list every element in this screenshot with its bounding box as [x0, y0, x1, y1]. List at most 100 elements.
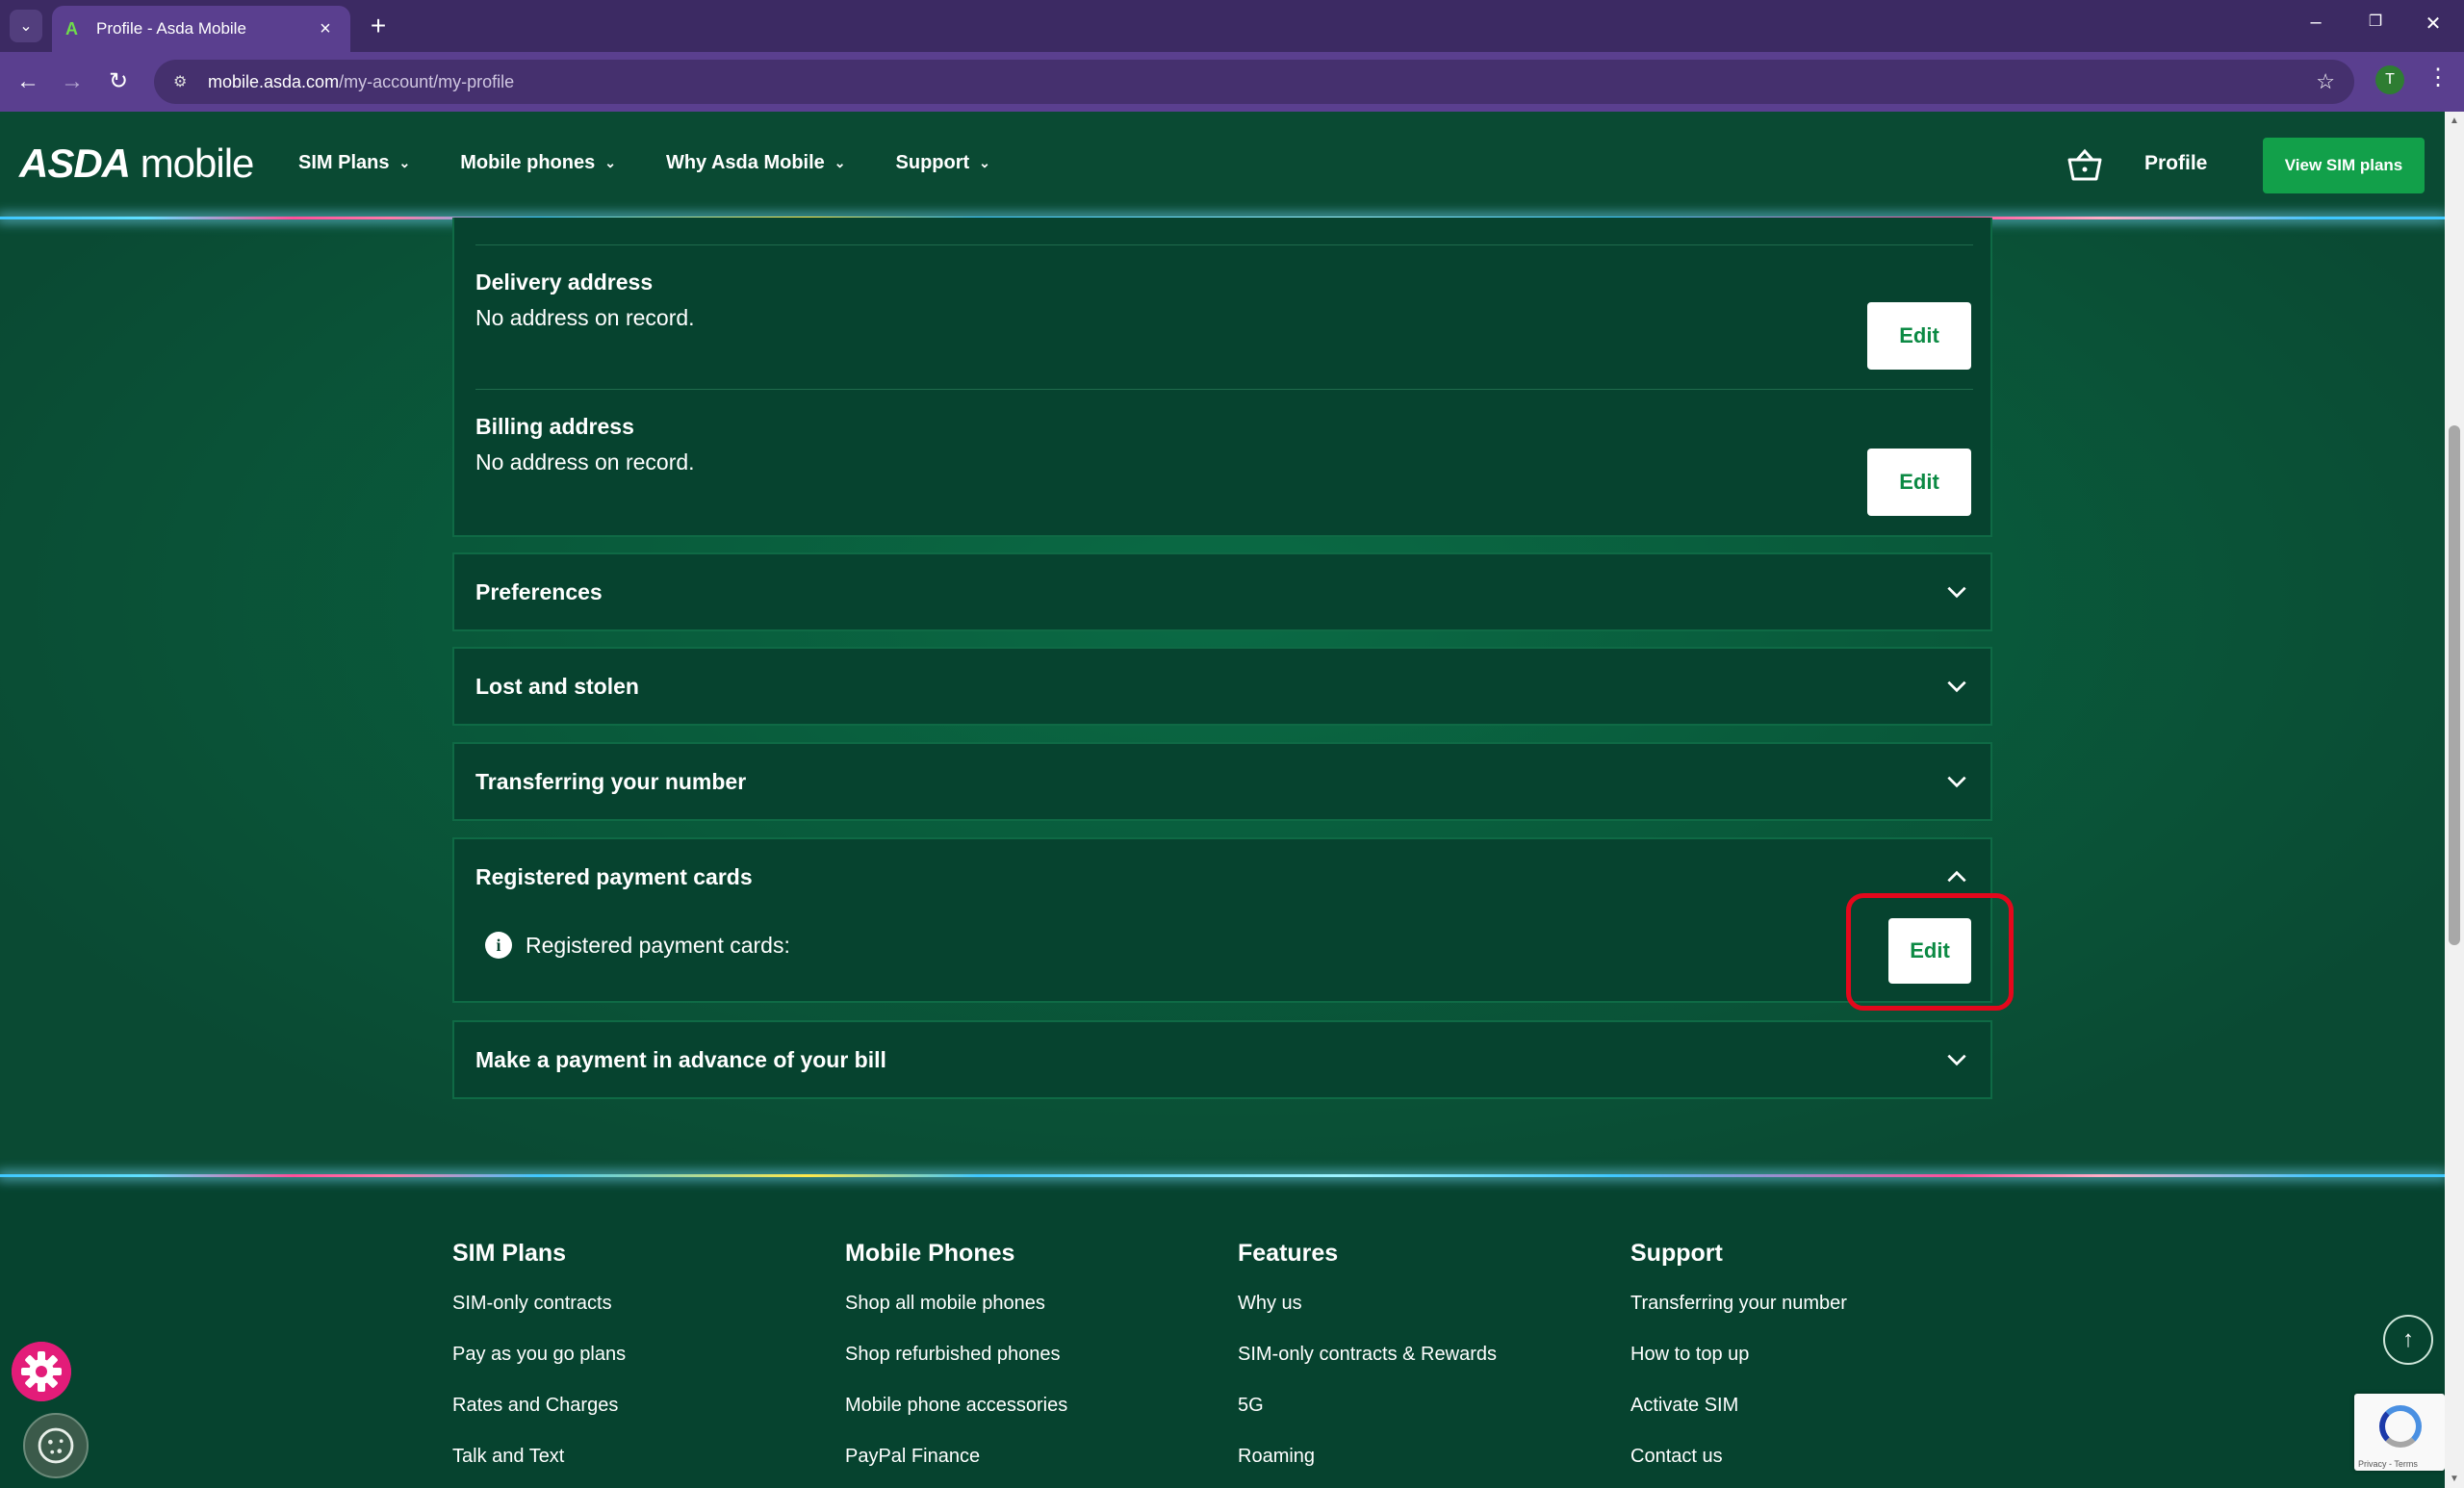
chevron-down-icon — [1947, 776, 1966, 788]
minimize-icon[interactable]: – — [2297, 12, 2335, 34]
footer-col-support: Support Transferring your number How to … — [1630, 1240, 1847, 1488]
chevron-down-icon — [1947, 1054, 1966, 1066]
footer-link[interactable]: Shop all mobile phones — [845, 1293, 1067, 1344]
nav-label: Why Asda Mobile — [665, 152, 825, 173]
accordion-advance-payment[interactable]: Make a payment in advance of your bill — [452, 1020, 1992, 1099]
footer-link[interactable]: Pay as you go plans — [452, 1344, 626, 1395]
cookie-settings-icon[interactable] — [23, 1413, 89, 1478]
recaptcha-badge[interactable]: Privacy - Terms — [2354, 1394, 2445, 1471]
accordion-label: Make a payment in advance of your bill — [475, 1046, 886, 1072]
accordion-lost-and-stolen[interactable]: Lost and stolen — [452, 647, 1992, 726]
browser-profile-avatar[interactable]: T — [2375, 65, 2404, 94]
nav-why-asda-mobile[interactable]: Why Asda Mobile ⌄ — [666, 152, 846, 174]
footer-link[interactable]: Why us — [1238, 1293, 1497, 1344]
highlight-annotation — [1846, 893, 2014, 1011]
asda-favicon-icon: A — [65, 19, 78, 38]
footer-link[interactable]: Rates and Charges — [452, 1395, 626, 1446]
scroll-to-top-icon[interactable]: ↑ — [2383, 1315, 2433, 1365]
footer-link[interactable]: Mobile phone accessories — [845, 1395, 1067, 1446]
profile-link[interactable]: Profile — [2144, 152, 2207, 175]
scrollbar-thumb[interactable] — [2449, 425, 2460, 945]
tab-list-icon[interactable]: ⌄ — [10, 10, 42, 42]
footer-link[interactable]: PayPal Finance — [845, 1446, 1067, 1488]
chevron-down-icon: ⌄ — [398, 155, 411, 170]
browser-menu-icon[interactable]: ⋮ — [2424, 64, 2452, 91]
footer-link[interactable]: 5G — [1238, 1395, 1497, 1446]
billing-address-label: Billing address — [475, 414, 634, 439]
footer-link[interactable]: Roaming — [1238, 1446, 1497, 1488]
page-scrollbar[interactable]: ▲ ▼ — [2445, 112, 2464, 1488]
chevron-up-icon — [1947, 870, 1966, 883]
site-info-icon[interactable]: ⚙ — [173, 72, 194, 91]
browser-tab-active[interactable]: A Profile - Asda Mobile × — [52, 6, 350, 52]
footer-link[interactable]: SIM-only contracts & Rewards — [1238, 1344, 1497, 1395]
window-close-icon[interactable]: ✕ — [2414, 12, 2452, 36]
footer-col-mobile-phones: Mobile Phones Shop all mobile phones Sho… — [845, 1240, 1067, 1488]
site-header: ASDA mobile SIM Plans ⌄ Mobile phones ⌄ Wh… — [0, 112, 2445, 218]
url-bar[interactable]: ⚙ mobile.asda.com/my-account/my-profile … — [154, 60, 2354, 104]
accordion-header[interactable]: Registered payment cards — [475, 839, 1969, 914]
new-tab-icon[interactable]: + — [364, 12, 393, 40]
browser-toolbar: ← → ↻ ⚙ mobile.asda.com/my-account/my-pr… — [0, 52, 2464, 112]
recaptcha-text[interactable]: Privacy - Terms — [2358, 1459, 2418, 1469]
chevron-down-icon — [1947, 586, 1966, 599]
scroll-down-arrow-icon[interactable]: ▼ — [2445, 1474, 2464, 1484]
payment-cards-info-text: Registered payment cards: — [526, 932, 790, 958]
footer-link[interactable]: Activate SIM — [1630, 1395, 1847, 1446]
footer-heading: Support — [1630, 1240, 1723, 1267]
tab-close-icon[interactable]: × — [314, 18, 337, 40]
nav-label: Support — [895, 152, 970, 173]
delivery-address-value: No address on record. — [475, 305, 695, 330]
divider — [475, 244, 1973, 245]
accordion-transferring-number[interactable]: Transferring your number — [452, 742, 1992, 821]
info-icon: i — [485, 932, 512, 959]
basket-icon[interactable] — [2066, 146, 2104, 185]
footer-link[interactable]: SIM-only contracts — [452, 1293, 626, 1344]
footer-col-sim-plans: SIM Plans SIM-only contracts Pay as you … — [452, 1240, 626, 1488]
delivery-address-row: Delivery address No address on record. — [475, 269, 1973, 331]
footer-link[interactable]: Contact us — [1630, 1446, 1847, 1488]
logo-brand: ASDA — [19, 141, 131, 186]
recaptcha-logo-icon — [2379, 1405, 2422, 1448]
footer-heading: SIM Plans — [452, 1240, 567, 1267]
nav-support[interactable]: Support ⌄ — [896, 152, 990, 174]
payment-cards-info: i Registered payment cards: — [485, 932, 790, 959]
view-sim-plans-button[interactable]: View SIM plans — [2263, 138, 2425, 193]
footer-link[interactable]: How to top up — [1630, 1344, 1847, 1395]
forward-icon[interactable]: → — [56, 65, 89, 98]
reload-icon[interactable]: ↻ — [102, 65, 135, 98]
main-nav: SIM Plans ⌄ Mobile phones ⌄ Why Asda Mobil… — [298, 152, 990, 174]
accordion-preferences[interactable]: Preferences — [452, 552, 1992, 631]
bookmark-star-icon[interactable]: ☆ — [2316, 69, 2335, 94]
logo-suffix: mobile — [140, 141, 255, 186]
footer-heading: Mobile Phones — [845, 1240, 1015, 1267]
footer-link[interactable]: Transferring your number — [1630, 1293, 1847, 1344]
billing-address-value: No address on record. — [475, 449, 695, 475]
site-footer: SIM Plans SIM-only contracts Pay as you … — [0, 1176, 2445, 1488]
restore-icon[interactable]: ❐ — [2356, 12, 2395, 31]
footer-link[interactable]: Shop refurbished phones — [845, 1344, 1067, 1395]
edit-billing-address-button[interactable]: Edit — [1867, 449, 1971, 516]
accordion-label: Lost and stolen — [475, 673, 639, 699]
settings-gear-icon[interactable] — [12, 1342, 71, 1401]
accordion-registered-payment-cards: Registered payment cards i Registered pa… — [452, 837, 1992, 1003]
nav-label: Mobile phones — [460, 152, 596, 173]
footer-glow-divider — [0, 1174, 2445, 1177]
back-icon[interactable]: ← — [12, 65, 44, 98]
footer-heading: Features — [1238, 1240, 1339, 1267]
url-domain: mobile.asda.com — [208, 71, 340, 91]
address-card: Delivery address No address on record. E… — [452, 218, 1992, 537]
footer-col-features: Features Why us SIM-only contracts & Rew… — [1238, 1240, 1497, 1488]
nav-mobile-phones[interactable]: Mobile phones ⌄ — [460, 152, 616, 174]
nav-sim-plans[interactable]: SIM Plans ⌄ — [298, 152, 410, 174]
scroll-up-arrow-icon[interactable]: ▲ — [2445, 115, 2464, 126]
chevron-down-icon — [1947, 680, 1966, 693]
footer-link[interactable]: Talk and Text — [452, 1446, 626, 1488]
tab-title: Profile - Asda Mobile — [96, 19, 246, 38]
delivery-address-label: Delivery address — [475, 269, 654, 295]
accordion-label: Transferring your number — [475, 768, 747, 794]
billing-address-row: Billing address No address on record. — [475, 414, 1973, 475]
url-path: /my-account/my-profile — [339, 71, 515, 91]
asda-mobile-logo[interactable]: ASDA mobile — [19, 141, 255, 187]
edit-delivery-address-button[interactable]: Edit — [1867, 302, 1971, 370]
